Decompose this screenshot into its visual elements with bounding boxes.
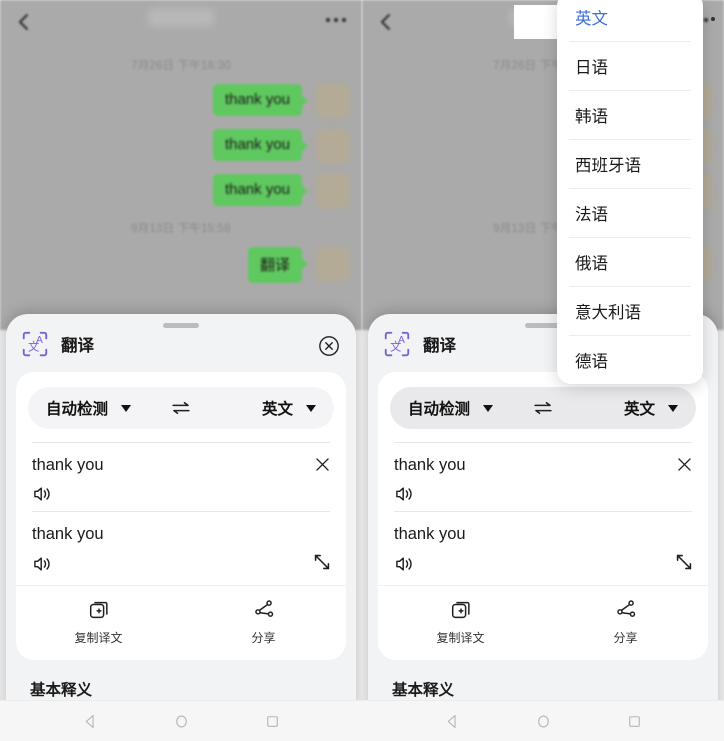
sheet-title: 翻译 <box>61 337 94 355</box>
share-button[interactable]: 分享 <box>543 598 708 646</box>
expand-fullscreen-icon[interactable] <box>311 551 333 573</box>
source-language-label: 自动检测 <box>46 401 109 418</box>
chat-message-row: thank you <box>0 174 362 208</box>
translate-icon: 文 A <box>20 329 50 359</box>
language-selector-bar: 自动检测 英文 <box>390 387 696 429</box>
nav-back-icon[interactable] <box>444 713 461 730</box>
swap-horizontal-icon[interactable] <box>170 401 192 415</box>
dropdown-item-spanish[interactable]: 西班牙语 <box>557 139 703 188</box>
target-text-block: thank you <box>378 512 708 576</box>
speaker-icon[interactable] <box>32 485 54 503</box>
translate-sheet: 文 A 翻译 自动检测 英文 thank you thank you 复制译文 … <box>6 314 356 741</box>
dropdown-item-korean[interactable]: 韩语 <box>557 90 703 139</box>
chat-header <box>0 0 362 45</box>
dropdown-item-russian[interactable]: 俄语 <box>557 237 703 286</box>
source-text-block: thank you <box>16 443 346 507</box>
action-bar: 复制译文 分享 <box>378 584 708 660</box>
chevron-left-icon[interactable] <box>374 10 398 34</box>
nav-recents-icon[interactable] <box>626 713 643 730</box>
chevron-down-icon <box>121 404 132 412</box>
dropdown-item-french[interactable]: 法语 <box>557 188 703 237</box>
chat-title-blank <box>514 5 561 39</box>
copy-translation-button[interactable]: 复制译文 <box>378 598 543 646</box>
dropdown-item-japanese[interactable]: 日语 <box>557 41 703 90</box>
source-text-block: thank you <box>378 443 708 507</box>
chevron-down-icon <box>483 404 494 412</box>
share-label: 分享 <box>251 630 276 645</box>
phone-panel-left: 7月26日 下午16:30 thank you thank you thank … <box>0 0 362 741</box>
chat-message-row: thank you <box>0 84 362 118</box>
chat-message-row: 翻译 <box>0 247 362 283</box>
speaker-icon[interactable] <box>32 555 54 573</box>
nav-back-icon[interactable] <box>82 713 99 730</box>
target-language-label: 英文 <box>261 401 293 418</box>
chat-title-redacted <box>148 9 214 26</box>
chat-date-2: 9月13日 下午15:58 <box>131 223 231 235</box>
source-text[interactable]: thank you <box>394 455 692 476</box>
chevron-down-icon <box>668 404 678 412</box>
dropdown-item-german[interactable]: 德语 <box>557 335 703 384</box>
nav-home-icon[interactable] <box>173 713 190 730</box>
speaker-icon[interactable] <box>394 555 416 573</box>
screenshot-root: 7月26日 下午16:30 thank you thank you thank … <box>0 0 724 741</box>
chat-bubble[interactable]: thank you <box>212 84 309 116</box>
chat-background: 7月26日 下午16:30 thank you thank you thank … <box>0 0 362 330</box>
nav-recents-icon[interactable] <box>264 713 281 730</box>
chevron-down-icon <box>306 404 316 412</box>
copy-translation-button[interactable]: 复制译文 <box>16 598 181 646</box>
chat-bubble-pending[interactable]: 翻译 <box>247 247 309 283</box>
chat-bubble[interactable]: thank you <box>212 174 309 206</box>
translate-card: 自动检测 英文 thank you thank you 复制译文 分享 <box>378 372 708 660</box>
sheet-title: 翻译 <box>423 337 456 355</box>
android-navbar <box>362 700 724 741</box>
more-options-icon[interactable] <box>326 18 346 22</box>
avatar <box>316 84 350 118</box>
avatar <box>316 129 350 163</box>
translate-icon: 文 A <box>382 329 412 359</box>
translate-card: 自动检测 英文 thank you thank you 复制译文 分享 <box>16 372 346 660</box>
chat-message-row: thank you <box>0 129 362 163</box>
avatar <box>316 174 350 208</box>
copy-translation-label: 复制译文 <box>436 630 485 645</box>
language-dropdown: 英文 日语 韩语 西班牙语 法语 俄语 意大利语 德语 <box>557 0 703 384</box>
target-language-selector[interactable]: 英文 <box>192 397 316 419</box>
source-language-selector[interactable]: 自动检测 <box>408 397 532 419</box>
expand-fullscreen-icon[interactable] <box>673 551 695 573</box>
android-navbar <box>0 700 362 741</box>
action-bar: 复制译文 分享 <box>16 584 346 660</box>
chat-bubble[interactable]: thank you <box>212 129 309 161</box>
target-language-selector[interactable]: 英文 <box>554 397 678 419</box>
copy-translation-label: 复制译文 <box>74 630 123 645</box>
speaker-icon[interactable] <box>394 485 416 503</box>
svg-text:A: A <box>36 335 43 346</box>
svg-text:A: A <box>398 335 405 346</box>
target-text[interactable]: thank you <box>32 524 330 545</box>
avatar <box>316 247 350 281</box>
nav-home-icon[interactable] <box>535 713 552 730</box>
language-selector-bar: 自动检测 英文 <box>28 387 334 429</box>
share-label: 分享 <box>613 630 638 645</box>
sheet-header: 文 A 翻译 <box>6 314 356 366</box>
target-text-block: thank you <box>16 512 346 576</box>
section-title-basic-meaning: 基本释义 <box>392 682 455 699</box>
dropdown-item-english[interactable]: 英文 <box>557 0 703 41</box>
source-text[interactable]: thank you <box>32 455 330 476</box>
section-title-basic-meaning: 基本释义 <box>30 682 93 699</box>
target-language-label: 英文 <box>623 401 655 418</box>
clear-x-icon[interactable] <box>675 455 694 474</box>
share-button[interactable]: 分享 <box>181 598 346 646</box>
dropdown-item-italian[interactable]: 意大利语 <box>557 286 703 335</box>
chat-date-1: 7月26日 下午16:30 <box>131 60 231 72</box>
status-dot-icon <box>711 17 715 21</box>
close-circle-icon[interactable] <box>318 335 340 357</box>
swap-horizontal-icon[interactable] <box>532 401 554 415</box>
target-text[interactable]: thank you <box>394 524 692 545</box>
source-language-label: 自动检测 <box>408 401 471 418</box>
clear-x-icon[interactable] <box>313 455 332 474</box>
source-language-selector[interactable]: 自动检测 <box>46 397 170 419</box>
chevron-left-icon[interactable] <box>12 10 36 34</box>
